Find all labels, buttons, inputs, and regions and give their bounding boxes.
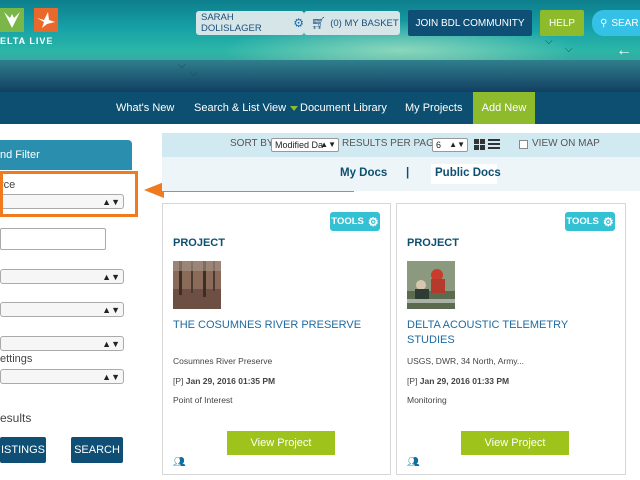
select-arrows-icon: ▲▼	[449, 140, 465, 149]
project-thumbnail[interactable]	[173, 261, 221, 309]
gear-icon: ⚙	[602, 214, 614, 229]
annotation-arrow-head	[144, 182, 164, 198]
main-nav: What's New Search & List View Document L…	[0, 92, 640, 124]
card-title[interactable]: THE COSUMNES RIVER PRESERVE	[173, 318, 373, 333]
nav-whats-new[interactable]: What's New	[116, 92, 174, 124]
settings-label: ettings	[0, 353, 33, 365]
grid-view-icon[interactable]	[474, 139, 485, 150]
sort-by-value: Modified Da	[275, 140, 324, 150]
card-type: PROJECT	[173, 237, 225, 249]
tools-button[interactable]: TOOLS ⚙	[330, 212, 380, 231]
nav-search-list-view[interactable]: Search & List View	[194, 92, 299, 124]
view-on-map-checkbox[interactable]	[519, 140, 528, 149]
user-menu-button[interactable]: SARAH DOLISLAGER ⚙	[196, 11, 304, 35]
cart-icon: 🛒︎	[311, 16, 327, 30]
filter-select-1[interactable]: ▲▼	[0, 269, 124, 284]
sort-by-select[interactable]: Modified Da ▲▼	[271, 138, 339, 152]
group-icon[interactable]: 👥︎	[407, 457, 420, 468]
join-community-button[interactable]: JOIN BDL COMMUNITY	[408, 10, 532, 36]
settings-select[interactable]: ▲▼	[0, 369, 124, 384]
gear-icon: ⚙	[293, 16, 304, 30]
card-date: [P] Jan 29, 2016 01:33 PM	[407, 376, 509, 386]
sidebar-text-input[interactable]	[0, 228, 106, 250]
sort-by-label: SORT BY	[230, 138, 274, 149]
filter-select-3[interactable]: ▲▼	[0, 336, 124, 351]
filter-select-2[interactable]: ▲▼	[0, 302, 124, 317]
chevron-down-icon	[290, 105, 299, 111]
card-date: [P] Jan 29, 2016 01:35 PM	[173, 376, 275, 386]
tab-public-docs[interactable]: Public Docs	[435, 167, 501, 179]
view-project-button[interactable]: View Project	[227, 431, 335, 455]
results-per-page-value: 6	[436, 140, 442, 150]
logo-text: ELTA LIVE	[0, 36, 54, 46]
select-arrows-icon: ▲▼	[102, 272, 120, 282]
date-prefix: [P]	[407, 376, 418, 386]
results-per-page-select[interactable]: 6 ▲▼	[432, 138, 468, 152]
sidebar-header: nd Filter	[0, 140, 132, 170]
card-title[interactable]: DELTA ACOUSTIC TELEMETRY STUDIES	[407, 318, 607, 348]
bird-icon: ⌵	[178, 60, 186, 71]
card-type: PROJECT	[407, 237, 459, 249]
project-thumbnail[interactable]	[407, 261, 455, 309]
sort-bar: SORT BY Modified Da ▲▼ RESULTS PER PAGE 6…	[162, 133, 640, 157]
date-prefix: [P]	[173, 376, 184, 386]
select-arrows-icon: ▲▼	[102, 339, 120, 349]
results-label: esults	[0, 411, 32, 425]
date-value: Jan 29, 2016 01:35 PM	[185, 376, 276, 386]
tab-separator: |	[406, 167, 410, 179]
tools-button[interactable]: TOOLS ⚙	[565, 212, 615, 231]
project-card: TOOLS ⚙ PROJECT DELTA ACOUSTIC TELEMETRY …	[396, 203, 626, 475]
tab-my-docs[interactable]: My Docs	[340, 167, 387, 179]
gear-icon: ⚙	[367, 214, 379, 229]
search-icon: ⚲	[600, 17, 608, 29]
project-card: TOOLS ⚙ PROJECT THE COSUMNES RIVER PRESER…	[162, 203, 391, 475]
top-search-button[interactable]: ⚲ SEAR	[592, 10, 640, 36]
nav-document-library[interactable]: Document Library	[300, 92, 387, 124]
annotation-highlight-box	[0, 171, 138, 217]
tools-label: TOOLS	[331, 216, 364, 227]
results-per-page-label: RESULTS PER PAGE	[342, 138, 441, 149]
search-label: SEAR	[611, 17, 639, 29]
help-button[interactable]: HELP	[540, 10, 584, 36]
bird-icon: ⌵	[190, 68, 198, 79]
date-value: Jan 29, 2016 01:33 PM	[419, 376, 510, 386]
basket-button[interactable]: 🛒︎ (0) MY BASKET	[304, 11, 400, 35]
user-name: SARAH DOLISLAGER	[201, 12, 262, 34]
logo-leaf-icon[interactable]	[0, 8, 24, 32]
select-arrows-icon: ▲▼	[320, 140, 336, 149]
group-icon[interactable]: 👥︎	[173, 457, 186, 468]
bird-icon: ⌵	[565, 44, 573, 55]
card-subtitle: Cosumnes River Preserve	[173, 356, 273, 366]
bird-icon: ⌵	[545, 36, 553, 47]
docs-tabs	[162, 157, 640, 191]
list-view-icon[interactable]	[488, 139, 500, 150]
header-banner: ⌵ ⌵ ⌵ ⌵ ELTA LIVE SARAH DOLISLAGER ⚙ 🛒︎ …	[0, 0, 640, 92]
card-category: Monitoring	[407, 395, 447, 405]
card-subtitle: USGS, DWR, 34 North, Army...	[407, 356, 524, 366]
tools-label: TOOLS	[566, 216, 599, 227]
select-arrows-icon: ▲▼	[102, 372, 120, 382]
basket-label: (0) MY BASKET	[330, 17, 399, 29]
view-project-button[interactable]: View Project	[461, 431, 569, 455]
nav-search-list-label: Search & List View	[194, 102, 287, 114]
nav-my-projects[interactable]: My Projects	[405, 92, 462, 124]
nav-add-new[interactable]: Add New	[473, 92, 535, 124]
landscape-silhouette	[0, 60, 640, 92]
listings-button[interactable]: ISTINGS	[0, 437, 46, 463]
back-arrow-icon[interactable]: ←	[616, 42, 632, 60]
card-category: Point of Interest	[173, 395, 233, 405]
search-button[interactable]: SEARCH	[71, 437, 123, 463]
view-on-map-label: VIEW ON MAP	[532, 138, 600, 149]
select-arrows-icon: ▲▼	[102, 305, 120, 315]
logo-bird-icon[interactable]	[34, 8, 58, 32]
